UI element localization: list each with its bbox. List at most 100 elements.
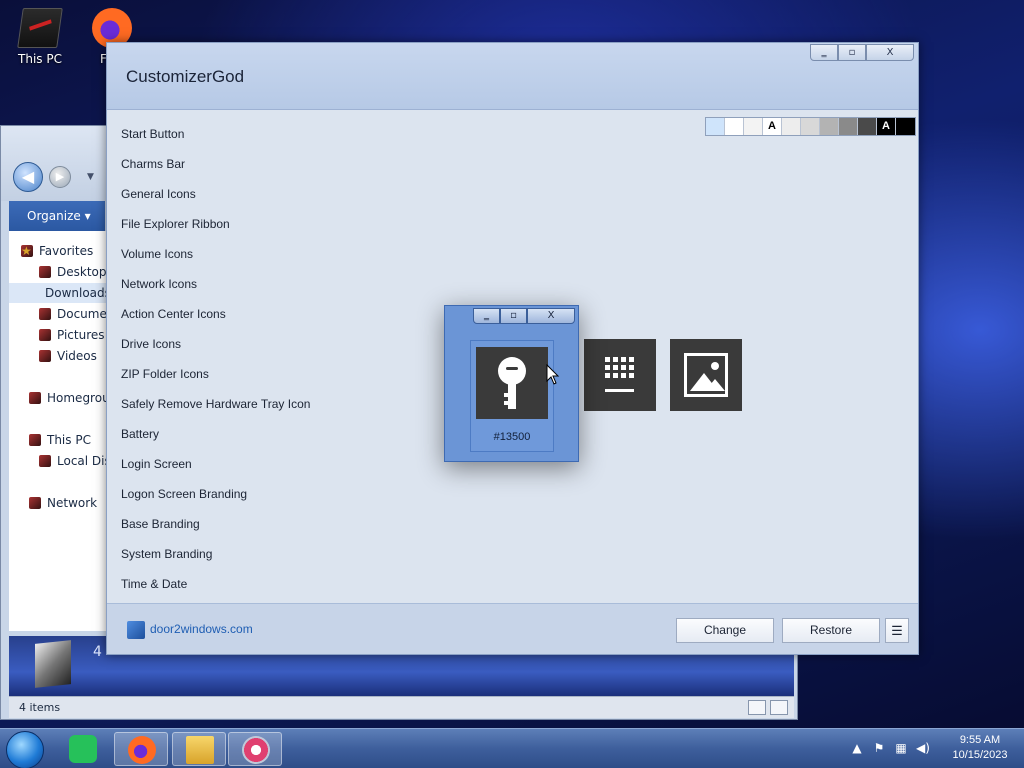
network-icon[interactable]: ▦ <box>894 741 908 755</box>
taskbar-app-file-explorer[interactable] <box>172 732 226 766</box>
menu-item[interactable]: Login Screen <box>121 455 341 485</box>
close-button[interactable]: X <box>866 44 914 61</box>
nav-item-label: Videos <box>57 349 97 363</box>
resource-tile-keypad[interactable] <box>584 339 656 411</box>
volume-icon[interactable]: ◀) <box>916 741 930 755</box>
menu-item[interactable]: Network Icons <box>121 275 341 305</box>
color-swatch[interactable] <box>858 118 877 135</box>
menu-item[interactable]: Start Button <box>121 125 341 155</box>
menu-item[interactable]: Safely Remove Hardware Tray Icon <box>121 395 341 425</box>
menu-item[interactable]: File Explorer Ribbon <box>121 215 341 245</box>
nav-item-downloads[interactable]: Downloads <box>9 283 107 303</box>
homegroup-icon <box>29 392 41 404</box>
taskbar-app-notes[interactable] <box>56 732 110 766</box>
customizergod-icon <box>242 736 270 764</box>
pictures-icon <box>39 329 51 341</box>
clock-date: 10/15/2023 <box>952 749 1008 761</box>
menu-item[interactable]: Charms Bar <box>121 155 341 185</box>
resource-tile-selected[interactable]: #13500 <box>470 340 554 452</box>
desktop-icon <box>39 266 51 278</box>
menu-item[interactable]: Drive Icons <box>121 335 341 365</box>
window-caption-buttons: ‗ ▫ X <box>810 44 914 61</box>
organize-button[interactable]: Organize ▾ <box>9 201 105 231</box>
keypad-grid-icon <box>605 357 634 378</box>
back-button[interactable]: ◀ <box>13 162 43 192</box>
this-pc-icon <box>29 434 41 446</box>
nav-item-favorites[interactable]: ★ Favorites <box>21 241 119 261</box>
system-tray: ▲ ⚑ ▦ ◀) <box>850 741 930 755</box>
category-menu: Start Button Charms Bar General Icons File … <box>121 125 341 605</box>
color-swatch[interactable] <box>820 118 839 135</box>
nav-item-label: Downloads <box>45 286 107 300</box>
status-bar: 4 items <box>9 696 794 718</box>
documents-icon <box>39 308 51 320</box>
navigation-pane: ★ Favorites Desktop Downloads Documents … <box>9 231 125 631</box>
local-disk-icon <box>39 455 51 467</box>
resource-tile-image[interactable] <box>670 339 742 411</box>
clock-time: 9:55 AM <box>959 734 1001 746</box>
menu-item[interactable]: System Branding <box>121 545 341 575</box>
preview-caption-buttons: ‗ ▫ X <box>473 308 575 324</box>
color-swatch[interactable] <box>725 118 744 135</box>
door2windows-link[interactable]: door2windows.com <box>150 622 253 636</box>
menu-item[interactable]: ZIP Folder Icons <box>121 365 341 395</box>
mouse-cursor-icon <box>546 364 560 385</box>
color-swatch[interactable] <box>801 118 820 135</box>
key-icon <box>476 347 548 419</box>
color-swatch[interactable] <box>896 118 915 135</box>
nav-item-label: Favorites <box>39 244 94 258</box>
taskbar: ▲ ⚑ ▦ ◀) 9:55 AM 10/15/2023 <box>0 728 1024 768</box>
recent-locations-dropdown[interactable]: ▼ <box>87 172 94 182</box>
menu-item[interactable]: Logon Screen Branding <box>121 485 341 515</box>
minimize-button[interactable]: ‗ <box>473 308 500 324</box>
desktop-icon-this-pc[interactable]: This PC <box>8 8 72 66</box>
image-icon <box>684 353 728 397</box>
desktop-icon-label: This PC <box>18 52 62 66</box>
menu-item[interactable]: Battery <box>121 425 341 455</box>
nav-item-label: Network <box>47 496 98 510</box>
details-view-button[interactable] <box>748 700 766 715</box>
color-swatch[interactable] <box>782 118 801 135</box>
large-icons-view-button[interactable] <box>770 700 788 715</box>
nav-item-label: Desktop <box>57 265 107 279</box>
color-swatch[interactable]: A <box>763 118 782 135</box>
color-swatch[interactable] <box>839 118 858 135</box>
taskbar-app-customizergod[interactable] <box>228 732 282 766</box>
maximize-button[interactable]: ▫ <box>838 44 866 61</box>
status-text: 4 items <box>19 701 61 714</box>
star-icon: ★ <box>21 244 33 258</box>
maximize-button[interactable]: ▫ <box>500 308 527 324</box>
notes-icon <box>69 735 97 763</box>
menu-item[interactable]: Base Branding <box>121 515 341 545</box>
firefox-icon <box>128 736 156 764</box>
color-swatch[interactable]: A <box>877 118 896 135</box>
hamburger-menu-button[interactable]: ☰ <box>885 618 909 643</box>
resource-id-label: #13500 <box>493 431 531 443</box>
flag-icon[interactable]: ⚑ <box>872 741 886 755</box>
color-swatch[interactable] <box>744 118 763 135</box>
menu-item[interactable]: Time & Date <box>121 575 341 605</box>
forward-button[interactable]: ▶ <box>49 166 71 188</box>
videos-icon <box>39 350 51 362</box>
taskbar-clock[interactable]: 9:55 AM 10/15/2023 <box>940 733 1020 763</box>
organize-label: Organize ▾ <box>27 209 91 223</box>
folder-thumbnail <box>35 640 71 688</box>
menu-item[interactable]: General Icons <box>121 185 341 215</box>
chevron-up-icon[interactable]: ▲ <box>850 741 864 755</box>
close-button[interactable]: X <box>527 308 575 324</box>
network-icon <box>29 497 41 509</box>
door2windows-logo-icon <box>127 621 145 639</box>
restore-button[interactable]: Restore <box>782 618 880 643</box>
start-button[interactable] <box>6 731 44 768</box>
change-button[interactable]: Change <box>676 618 774 643</box>
minimize-button[interactable]: ‗ <box>810 44 838 61</box>
file-explorer-icon <box>186 736 214 764</box>
color-swatch[interactable] <box>706 118 725 135</box>
nav-item-label: Pictures <box>57 328 105 342</box>
menu-item[interactable]: Action Center Icons <box>121 305 341 335</box>
window-title: CustomizerGod <box>126 67 245 86</box>
item-count: 4 <box>93 644 102 660</box>
menu-item[interactable]: Volume Icons <box>121 245 341 275</box>
taskbar-app-firefox[interactable] <box>114 732 168 766</box>
nav-item-label: This PC <box>47 433 91 447</box>
